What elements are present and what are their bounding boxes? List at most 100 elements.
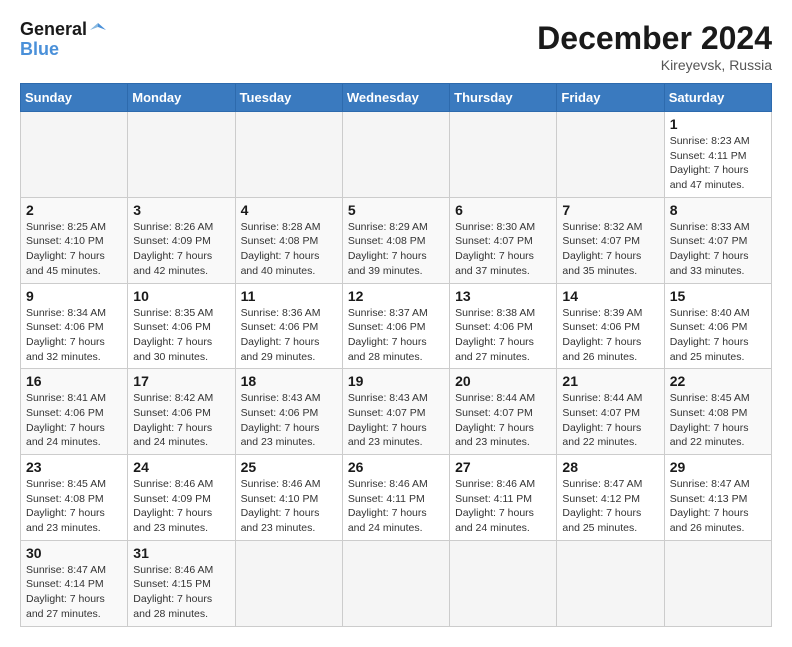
calendar-week-4: 16 Sunrise: 8:41 AMSunset: 4:06 PMDayligh… <box>21 369 772 455</box>
calendar-cell: 7 Sunrise: 8:32 AMSunset: 4:07 PMDaylight… <box>557 197 664 283</box>
day-info: Sunrise: 8:30 AMSunset: 4:07 PMDaylight:… <box>455 220 551 279</box>
header-tuesday: Tuesday <box>235 84 342 112</box>
day-number: 28 <box>562 459 658 475</box>
day-info: Sunrise: 8:44 AMSunset: 4:07 PMDaylight:… <box>562 391 658 450</box>
calendar-cell: 24 Sunrise: 8:46 AMSunset: 4:09 PMDayligh… <box>128 455 235 541</box>
day-number: 27 <box>455 459 551 475</box>
calendar-cell: 25 Sunrise: 8:46 AMSunset: 4:10 PMDayligh… <box>235 455 342 541</box>
calendar-week-6: 30Sunrise: 8:47 AMSunset: 4:14 PMDayligh… <box>21 540 772 626</box>
day-number: 25 <box>241 459 337 475</box>
day-info: Sunrise: 8:33 AMSunset: 4:07 PMDaylight:… <box>670 220 766 279</box>
day-info: Sunrise: 8:46 AMSunset: 4:11 PMDaylight:… <box>455 477 551 536</box>
day-number: 24 <box>133 459 229 475</box>
day-info: Sunrise: 8:44 AMSunset: 4:07 PMDaylight:… <box>455 391 551 450</box>
logo: GeneralBlue <box>20 20 107 60</box>
calendar-week-1: 1Sunrise: 8:23 AMSunset: 4:11 PMDaylight… <box>21 112 772 198</box>
day-info: Sunrise: 8:26 AMSunset: 4:09 PMDaylight:… <box>133 220 229 279</box>
day-number: 22 <box>670 373 766 389</box>
calendar-cell: 3 Sunrise: 8:26 AMSunset: 4:09 PMDaylight… <box>128 197 235 283</box>
calendar-header-row: SundayMondayTuesdayWednesdayThursdayFrid… <box>21 84 772 112</box>
calendar-week-3: 9 Sunrise: 8:34 AMSunset: 4:06 PMDaylight… <box>21 283 772 369</box>
calendar-cell: 4 Sunrise: 8:28 AMSunset: 4:08 PMDaylight… <box>235 197 342 283</box>
day-number: 16 <box>26 373 122 389</box>
header-saturday: Saturday <box>664 84 771 112</box>
day-info: Sunrise: 8:46 AMSunset: 4:11 PMDaylight:… <box>348 477 444 536</box>
calendar-cell: 21Sunrise: 8:44 AMSunset: 4:07 PMDayligh… <box>557 369 664 455</box>
day-info: Sunrise: 8:45 AMSunset: 4:08 PMDaylight:… <box>26 477 122 536</box>
calendar-cell: 22 Sunrise: 8:45 AMSunset: 4:08 PMDayligh… <box>664 369 771 455</box>
calendar-cell <box>342 112 449 198</box>
title-block: December 2024 Kireyevsk, Russia <box>537 20 772 73</box>
day-number: 30 <box>26 545 122 561</box>
calendar-cell <box>450 112 557 198</box>
calendar-cell: 31 Sunrise: 8:46 AMSunset: 4:15 PMDayligh… <box>128 540 235 626</box>
day-number: 17 <box>133 373 229 389</box>
calendar-cell: 28 Sunrise: 8:47 AMSunset: 4:12 PMDayligh… <box>557 455 664 541</box>
day-info: Sunrise: 8:46 AMSunset: 4:10 PMDaylight:… <box>241 477 337 536</box>
day-number: 2 <box>26 202 122 218</box>
calendar-cell: 13Sunrise: 8:38 AMSunset: 4:06 PMDayligh… <box>450 283 557 369</box>
calendar-week-2: 2 Sunrise: 8:25 AMSunset: 4:10 PMDaylight… <box>21 197 772 283</box>
calendar-cell: 19Sunrise: 8:43 AMSunset: 4:07 PMDayligh… <box>342 369 449 455</box>
calendar-cell: 20 Sunrise: 8:44 AMSunset: 4:07 PMDayligh… <box>450 369 557 455</box>
calendar-cell <box>128 112 235 198</box>
day-info: Sunrise: 8:39 AMSunset: 4:06 PMDaylight:… <box>562 306 658 365</box>
calendar-table: SundayMondayTuesdayWednesdayThursdayFrid… <box>20 83 772 627</box>
calendar-cell <box>342 540 449 626</box>
day-info: Sunrise: 8:47 AMSunset: 4:12 PMDaylight:… <box>562 477 658 536</box>
day-number: 3 <box>133 202 229 218</box>
calendar-cell: 14Sunrise: 8:39 AMSunset: 4:06 PMDayligh… <box>557 283 664 369</box>
day-info: Sunrise: 8:46 AMSunset: 4:09 PMDaylight:… <box>133 477 229 536</box>
day-info: Sunrise: 8:43 AMSunset: 4:07 PMDaylight:… <box>348 391 444 450</box>
header-sunday: Sunday <box>21 84 128 112</box>
day-number: 10 <box>133 288 229 304</box>
day-number: 6 <box>455 202 551 218</box>
day-number: 18 <box>241 373 337 389</box>
calendar-cell: 2 Sunrise: 8:25 AMSunset: 4:10 PMDaylight… <box>21 197 128 283</box>
calendar-cell <box>235 540 342 626</box>
logo-text: GeneralBlue <box>20 20 107 60</box>
day-number: 20 <box>455 373 551 389</box>
day-number: 4 <box>241 202 337 218</box>
day-number: 26 <box>348 459 444 475</box>
day-number: 11 <box>241 288 337 304</box>
day-info: Sunrise: 8:28 AMSunset: 4:08 PMDaylight:… <box>241 220 337 279</box>
day-number: 23 <box>26 459 122 475</box>
calendar-cell <box>664 540 771 626</box>
calendar-cell: 26 Sunrise: 8:46 AMSunset: 4:11 PMDayligh… <box>342 455 449 541</box>
day-info: Sunrise: 8:35 AMSunset: 4:06 PMDaylight:… <box>133 306 229 365</box>
day-info: Sunrise: 8:45 AMSunset: 4:08 PMDaylight:… <box>670 391 766 450</box>
calendar-cell: 29Sunrise: 8:47 AMSunset: 4:13 PMDayligh… <box>664 455 771 541</box>
header-wednesday: Wednesday <box>342 84 449 112</box>
calendar-week-5: 23 Sunrise: 8:45 AMSunset: 4:08 PMDayligh… <box>21 455 772 541</box>
month-title: December 2024 <box>537 20 772 57</box>
day-info: Sunrise: 8:41 AMSunset: 4:06 PMDaylight:… <box>26 391 122 450</box>
calendar-cell: 15Sunrise: 8:40 AMSunset: 4:06 PMDayligh… <box>664 283 771 369</box>
calendar-cell <box>450 540 557 626</box>
day-info: Sunrise: 8:46 AMSunset: 4:15 PMDaylight:… <box>133 563 229 622</box>
day-number: 12 <box>348 288 444 304</box>
header-monday: Monday <box>128 84 235 112</box>
day-info: Sunrise: 8:36 AMSunset: 4:06 PMDaylight:… <box>241 306 337 365</box>
day-info: Sunrise: 8:34 AMSunset: 4:06 PMDaylight:… <box>26 306 122 365</box>
day-info: Sunrise: 8:25 AMSunset: 4:10 PMDaylight:… <box>26 220 122 279</box>
calendar-cell: 10 Sunrise: 8:35 AMSunset: 4:06 PMDayligh… <box>128 283 235 369</box>
day-number: 1 <box>670 116 766 132</box>
day-number: 7 <box>562 202 658 218</box>
calendar-cell: 18Sunrise: 8:43 AMSunset: 4:06 PMDayligh… <box>235 369 342 455</box>
calendar-cell: 8 Sunrise: 8:33 AMSunset: 4:07 PMDaylight… <box>664 197 771 283</box>
calendar-cell: 12Sunrise: 8:37 AMSunset: 4:06 PMDayligh… <box>342 283 449 369</box>
header-friday: Friday <box>557 84 664 112</box>
day-info: Sunrise: 8:32 AMSunset: 4:07 PMDaylight:… <box>562 220 658 279</box>
calendar-cell: 30Sunrise: 8:47 AMSunset: 4:14 PMDayligh… <box>21 540 128 626</box>
calendar-cell: 1Sunrise: 8:23 AMSunset: 4:11 PMDaylight… <box>664 112 771 198</box>
day-number: 8 <box>670 202 766 218</box>
day-number: 31 <box>133 545 229 561</box>
calendar-cell: 5Sunrise: 8:29 AMSunset: 4:08 PMDaylight… <box>342 197 449 283</box>
day-number: 13 <box>455 288 551 304</box>
calendar-cell: 17Sunrise: 8:42 AMSunset: 4:06 PMDayligh… <box>128 369 235 455</box>
day-number: 9 <box>26 288 122 304</box>
calendar-cell <box>557 112 664 198</box>
location-subtitle: Kireyevsk, Russia <box>537 57 772 73</box>
calendar-cell: 23 Sunrise: 8:45 AMSunset: 4:08 PMDayligh… <box>21 455 128 541</box>
